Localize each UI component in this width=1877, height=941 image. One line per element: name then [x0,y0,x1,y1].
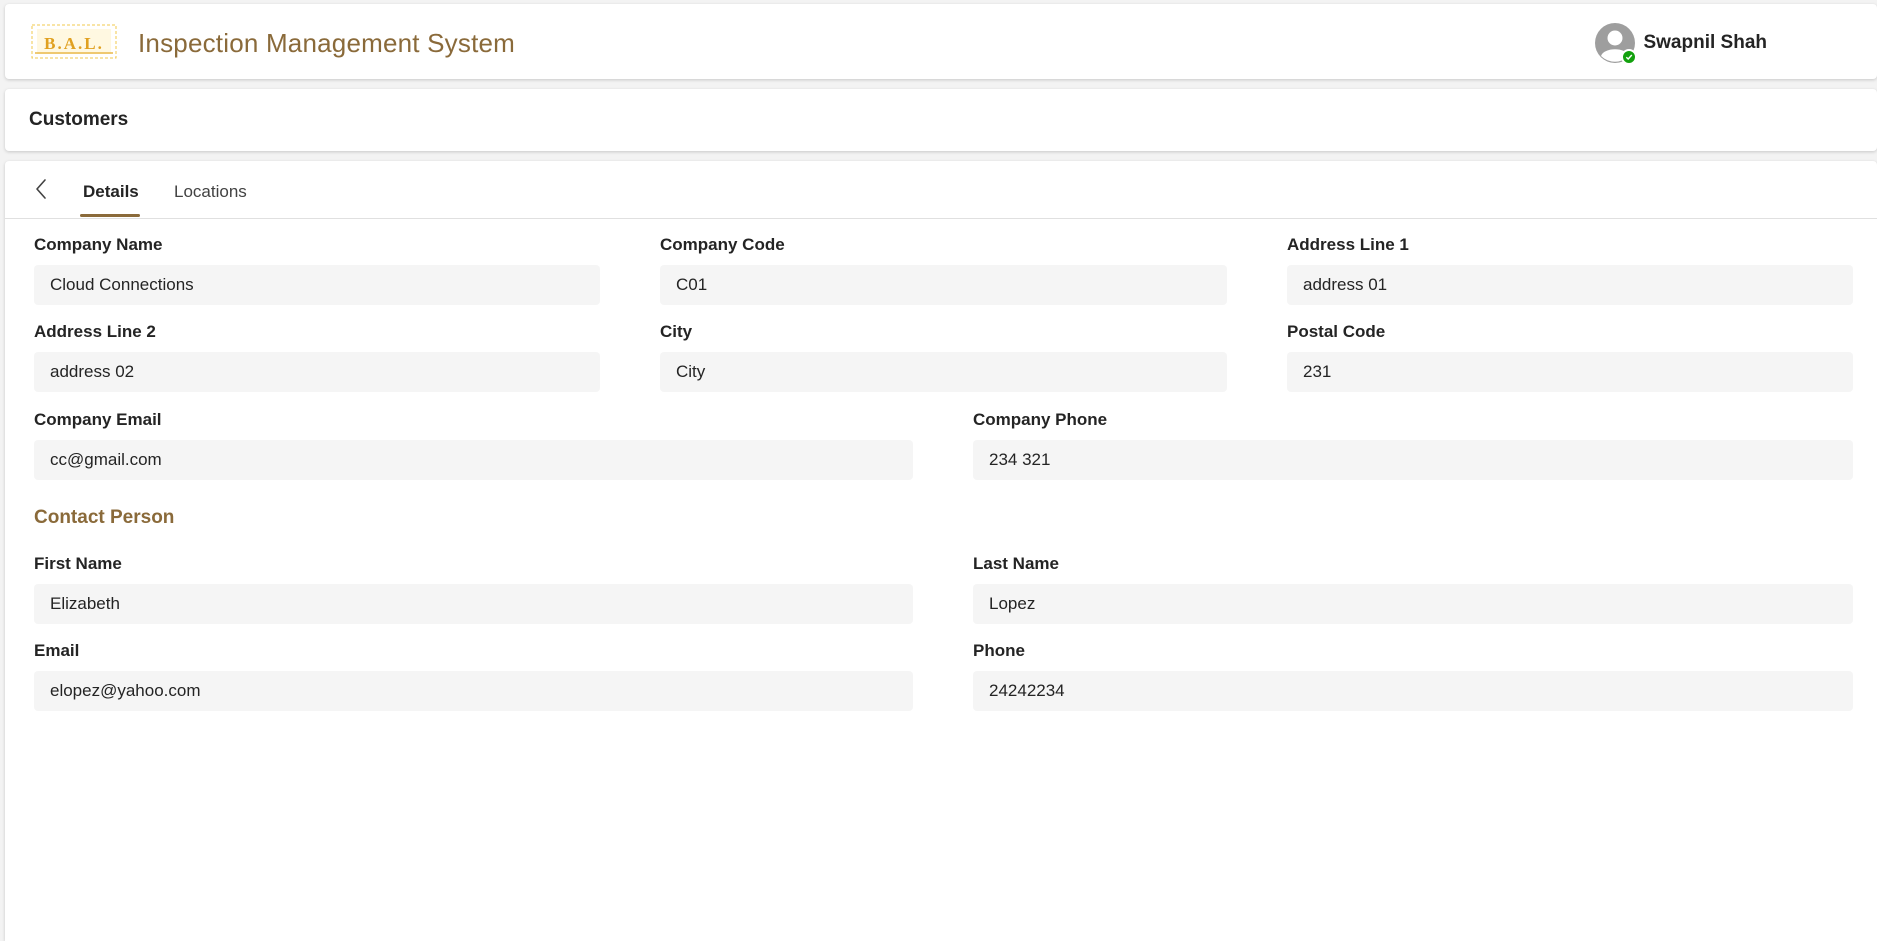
contact-person-heading: Contact Person [34,507,175,528]
company-phone-input[interactable] [973,440,1853,480]
user-menu[interactable]: Swapnil Shah [1595,22,1767,65]
customer-details-panel: Details Locations Company Name Company C… [5,161,1877,941]
app-header: B.A.L. Inspection Management System Swap… [5,4,1877,79]
company-name-input[interactable] [34,265,600,305]
company-code-label: Company Code [660,235,785,254]
page-header: Customers [5,89,1877,151]
tab-bar: Details Locations [5,161,1877,219]
tab-details[interactable]: Details [83,182,139,202]
address-line-1-field: Address Line 1 [1287,234,1853,305]
company-phone-label: Company Phone [973,410,1108,429]
address-line-1-input[interactable] [1287,265,1853,305]
company-code-input[interactable] [660,265,1227,305]
contact-email-input[interactable] [34,671,913,711]
company-phone-field: Company Phone [973,409,1853,480]
first-name-label: First Name [34,554,122,573]
last-name-label: Last Name [973,554,1059,573]
chevron-left-icon [36,179,46,199]
page-title: Customers [29,109,129,130]
city-field: City [660,321,1227,392]
contact-phone-label: Phone [973,641,1025,660]
company-name-label: Company Name [34,235,163,254]
contact-phone-field: Phone [973,640,1853,711]
contact-phone-input[interactable] [973,671,1853,711]
back-button[interactable] [28,176,54,202]
app-title: Inspection Management System [138,28,516,58]
address-line-2-field: Address Line 2 [34,321,600,392]
address-line-2-label: Address Line 2 [34,322,156,341]
postal-code-field: Postal Code [1287,321,1853,392]
address-line-1-label: Address Line 1 [1287,235,1409,254]
first-name-input[interactable] [34,584,913,624]
company-email-label: Company Email [34,410,162,429]
postal-code-input[interactable] [1287,352,1853,392]
tab-locations[interactable]: Locations [174,182,247,202]
avatar[interactable] [1595,23,1638,65]
bal-logo-icon: B.A.L. [31,23,117,60]
first-name-field: First Name [34,553,913,624]
contact-email-label: Email [34,641,80,660]
address-line-2-input[interactable] [34,352,600,392]
company-name-field: Company Name [34,234,600,305]
city-label: City [660,322,693,341]
city-input[interactable] [660,352,1227,392]
company-code-field: Company Code [660,234,1227,305]
user-name[interactable]: Swapnil Shah [1643,32,1767,54]
selected-tab-indicator [80,214,140,217]
postal-code-label: Postal Code [1287,322,1386,341]
last-name-field: Last Name [973,553,1853,624]
contact-email-field: Email [34,640,913,711]
svg-text:B.A.L.: B.A.L. [44,34,104,53]
company-email-input[interactable] [34,440,913,480]
company-email-field: Company Email [34,409,913,480]
last-name-input[interactable] [973,584,1853,624]
